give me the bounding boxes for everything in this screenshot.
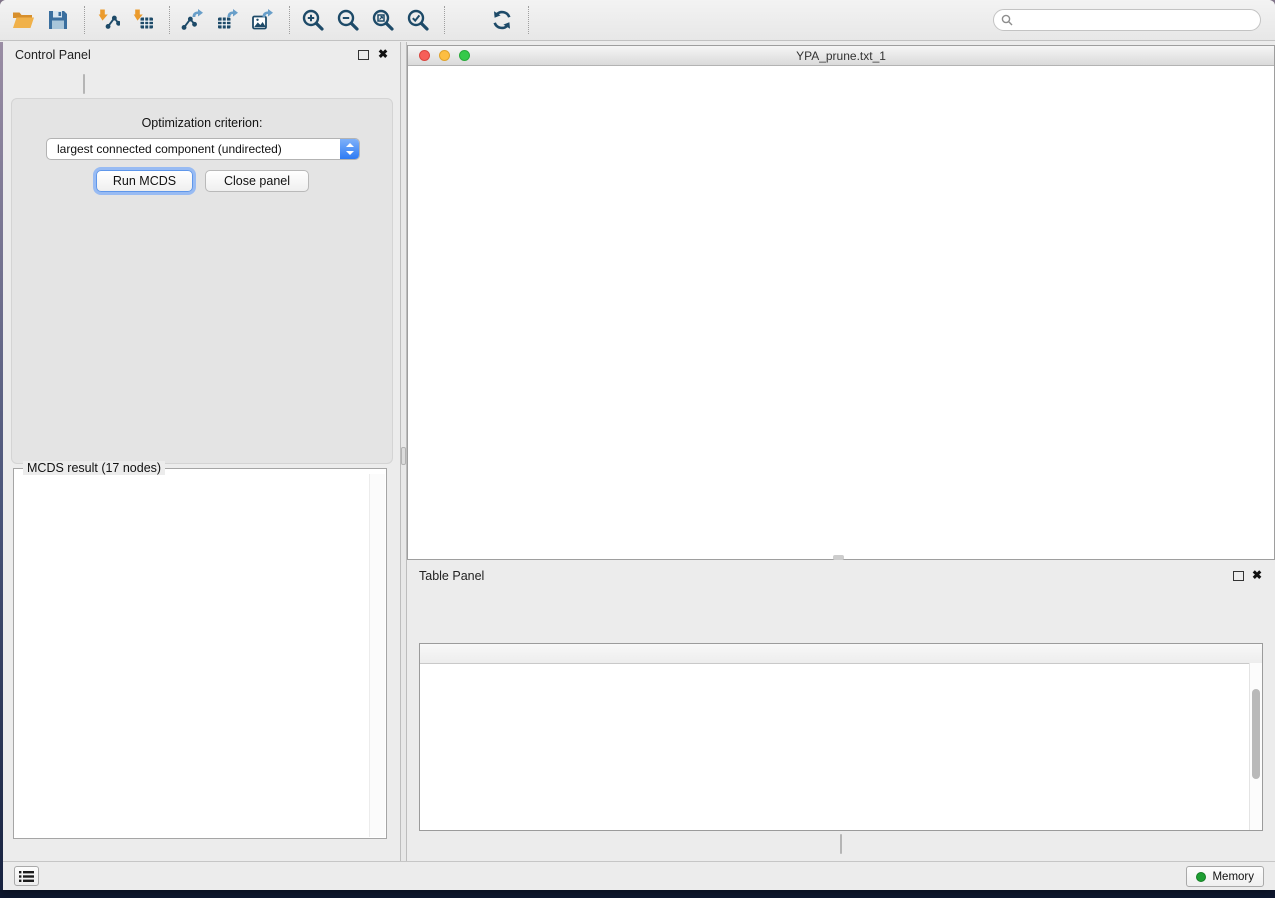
criterion-dropdown-value: largest connected component (undirected) xyxy=(57,142,282,156)
zoom-in-icon[interactable] xyxy=(300,7,326,33)
dropdown-stepper-icon xyxy=(340,139,359,159)
criterion-dropdown[interactable]: largest connected component (undirected) xyxy=(46,138,360,160)
network-window-title: YPA_prune.txt_1 xyxy=(408,49,1274,63)
export-image-icon[interactable] xyxy=(250,7,276,33)
task-list-icon xyxy=(19,870,34,883)
memory-button-label: Memory xyxy=(1212,871,1254,883)
node-table xyxy=(419,643,1263,831)
toolbar-separator xyxy=(289,6,290,34)
network-view-window: YPA_prune.txt_1 xyxy=(407,45,1275,560)
table-panel: Table Panel ✖ xyxy=(407,563,1275,862)
search-box[interactable] xyxy=(993,9,1261,31)
refresh-layout-icon[interactable] xyxy=(489,7,515,33)
control-panel-title: Control Panel xyxy=(15,48,91,62)
mcds-panel: Optimization criterion: largest connecte… xyxy=(11,98,393,464)
optimization-criterion-label: Optimization criterion: xyxy=(12,116,392,130)
vertical-splitter[interactable] xyxy=(400,42,407,862)
import-network-icon[interactable] xyxy=(95,7,121,33)
control-panel: Control Panel ✖ Optimization criterion: … xyxy=(3,42,400,862)
float-panel-icon[interactable] xyxy=(1233,571,1244,581)
zoom-fit-icon[interactable] xyxy=(370,7,396,33)
mcds-list-scrollbar[interactable] xyxy=(369,474,385,837)
zoom-selected-icon[interactable] xyxy=(405,7,431,33)
table-panel-title: Table Panel xyxy=(419,569,484,583)
toolbar-icon-strip xyxy=(10,6,539,34)
mcds-result-list[interactable] xyxy=(15,474,369,837)
save-session-icon[interactable] xyxy=(45,7,71,33)
cytoscape-window: Control Panel ✖ Optimization criterion: … xyxy=(0,0,1275,890)
status-bar: Memory xyxy=(0,861,1275,890)
mcds-result-legend: MCDS result (17 nodes) xyxy=(23,461,165,475)
table-header-row xyxy=(420,644,1262,664)
toolbar-separator xyxy=(444,6,445,34)
close-panel-icon[interactable]: ✖ xyxy=(1252,568,1262,582)
toolbar-separator xyxy=(528,6,529,34)
mcds-result-box: MCDS result (17 nodes) xyxy=(13,468,387,839)
control-panel-titlebar: Control Panel ✖ xyxy=(3,42,400,68)
table-panel-titlebar: Table Panel ✖ xyxy=(407,563,1275,589)
network-window-titlebar: YPA_prune.txt_1 xyxy=(408,46,1274,66)
task-history-button[interactable] xyxy=(14,866,39,886)
float-panel-icon[interactable] xyxy=(358,50,369,60)
horizontal-splitter-handle[interactable] xyxy=(833,555,844,560)
export-network-icon[interactable] xyxy=(180,7,206,33)
run-mcds-button[interactable]: Run MCDS xyxy=(96,170,193,192)
toolbar-separator xyxy=(169,6,170,34)
table-scrollbar-thumb[interactable] xyxy=(1252,689,1260,779)
wallpaper-edge-strip xyxy=(0,42,3,890)
control-panel-tabs xyxy=(83,74,85,94)
memory-status-icon xyxy=(1196,872,1206,882)
search-input[interactable] xyxy=(1018,11,1252,31)
table-toolbar xyxy=(417,591,1265,635)
close-panel-icon[interactable]: ✖ xyxy=(378,47,388,61)
import-table-icon[interactable] xyxy=(130,7,156,33)
network-graph-canvas[interactable] xyxy=(408,65,1274,559)
zoom-out-icon[interactable] xyxy=(335,7,361,33)
close-panel-button[interactable]: Close panel xyxy=(205,170,309,192)
memory-button[interactable]: Memory xyxy=(1186,866,1264,887)
table-tabs-row xyxy=(407,834,1275,856)
toolbar-separator xyxy=(84,6,85,34)
table-scrollbar[interactable] xyxy=(1249,663,1262,830)
open-file-icon[interactable] xyxy=(10,7,36,33)
splitter-handle[interactable] xyxy=(401,447,406,465)
export-table-icon[interactable] xyxy=(215,7,241,33)
main-toolbar xyxy=(0,0,1275,41)
search-icon xyxy=(1001,14,1013,26)
